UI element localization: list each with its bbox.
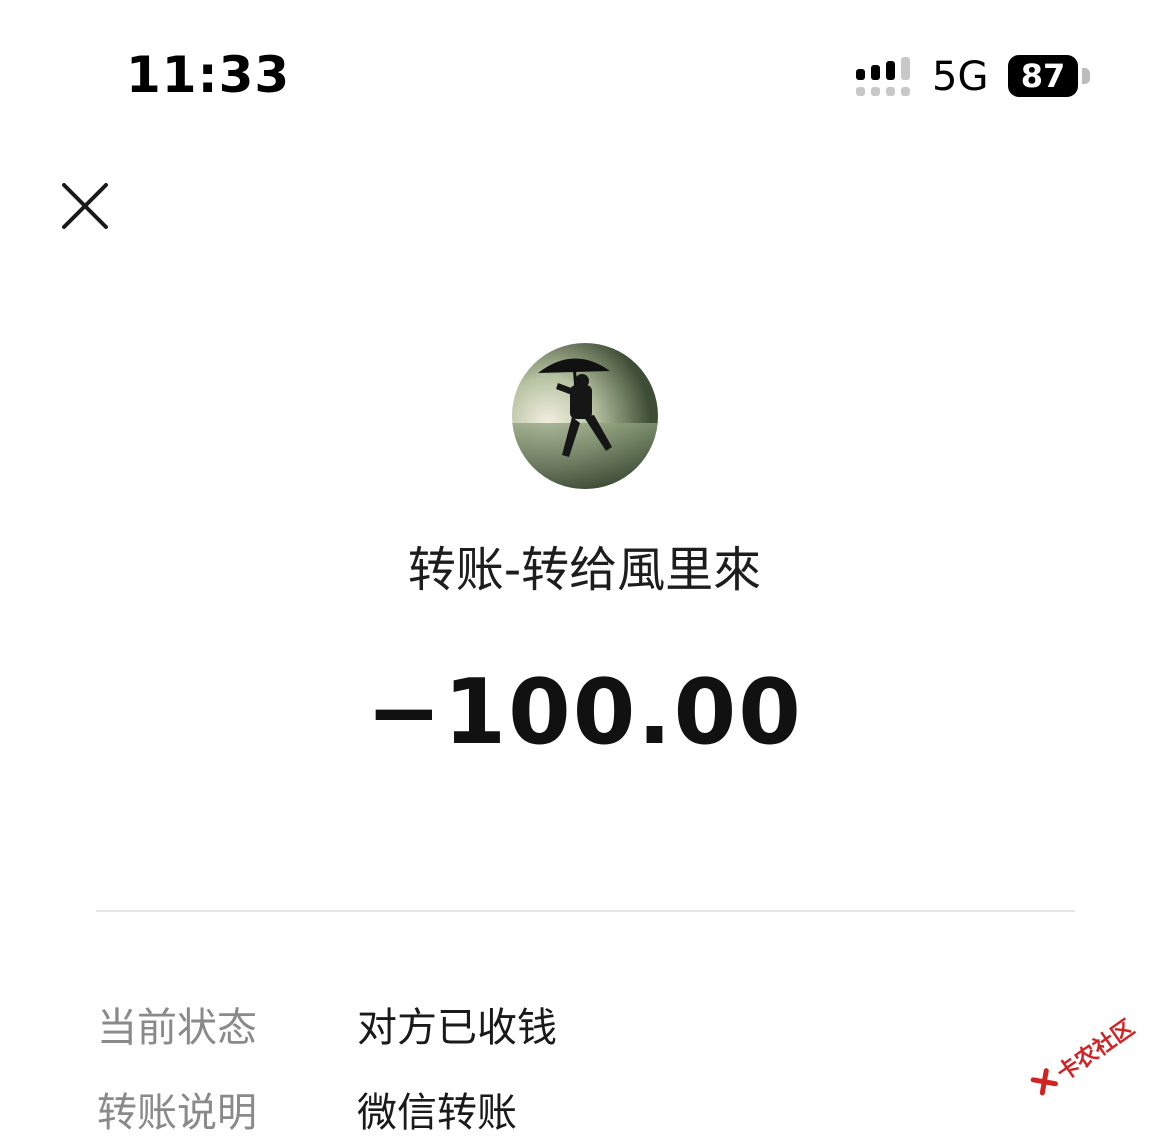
transfer-amount: −100.00: [366, 660, 803, 765]
cellular-signal-icon: [856, 57, 910, 96]
watermark-text: 卡农社区: [1052, 1015, 1140, 1087]
transfer-title: 转账-转给風里來: [407, 542, 762, 598]
status-label: 当前状态: [97, 1005, 257, 1051]
avatar-image: [512, 343, 658, 489]
divider: [96, 910, 1075, 912]
watermark: 卡农社区: [1022, 1008, 1152, 1128]
battery-cap: [1082, 68, 1090, 84]
avatar: [512, 343, 658, 489]
close-button[interactable]: [52, 175, 116, 239]
status-time: 11:33: [126, 46, 291, 104]
note-value: 微信转账: [357, 1090, 517, 1136]
battery-level: 87: [1020, 57, 1066, 95]
battery-icon: 87: [1008, 55, 1078, 97]
note-label: 转账说明: [97, 1090, 257, 1136]
status-value: 对方已收钱: [357, 1005, 557, 1051]
status-bar: 11:33 5G 87: [0, 0, 1169, 150]
network-type: 5G: [932, 54, 989, 100]
close-icon: [62, 183, 108, 229]
